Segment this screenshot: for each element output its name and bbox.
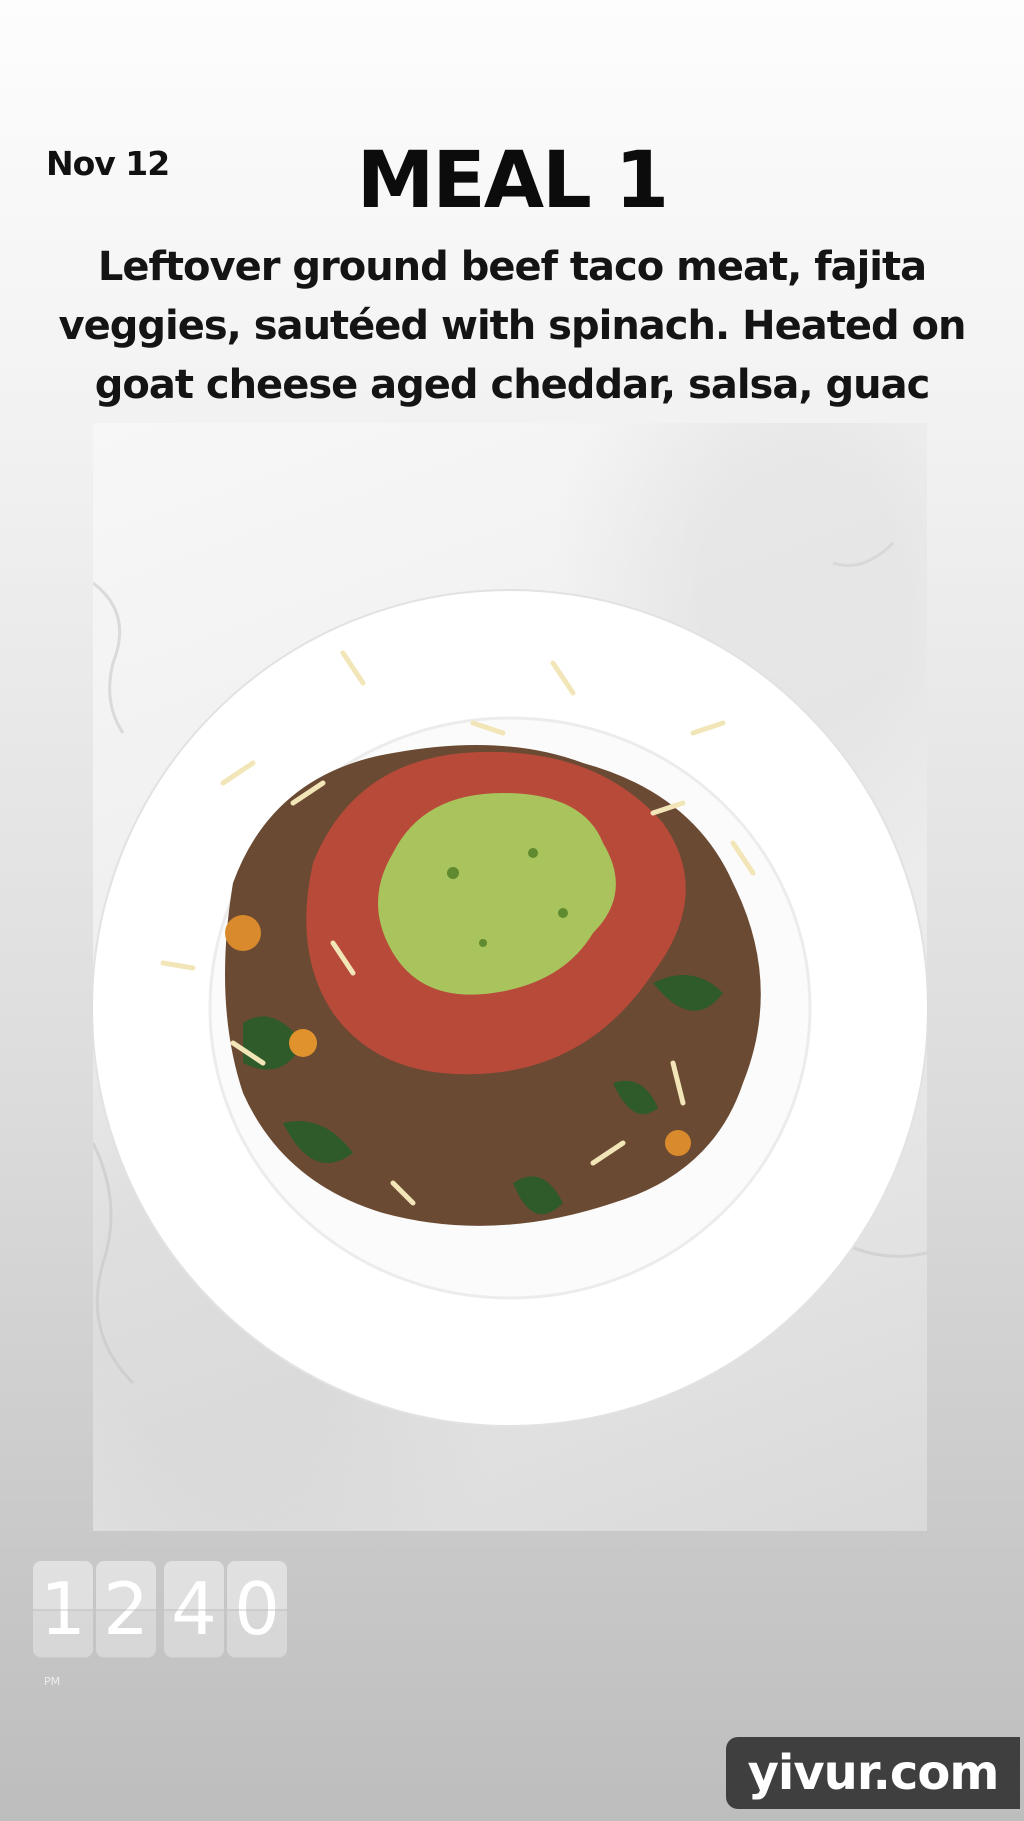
site-watermark: yivur.com [726,1737,1020,1809]
ampm-label: PM [44,1675,61,1688]
hour-digit-tens: 1 PM [33,1561,93,1688]
hour-digit-ones: 2 [96,1561,156,1658]
time-sticker: 1 PM 2 4 0 [33,1561,287,1688]
meal-photo-illustration [93,541,927,1427]
story-caption: Leftover ground beef taco meat, fajita v… [58,244,967,408]
hour-digits: 1 PM 2 [33,1561,156,1688]
story-title: MEAL 1 [356,136,669,226]
minute-digits: 4 0 [164,1561,287,1658]
minute-digit-tens: 4 [164,1561,224,1658]
meal-photo [93,423,927,1531]
minute-digit-ones: 0 [227,1561,287,1658]
